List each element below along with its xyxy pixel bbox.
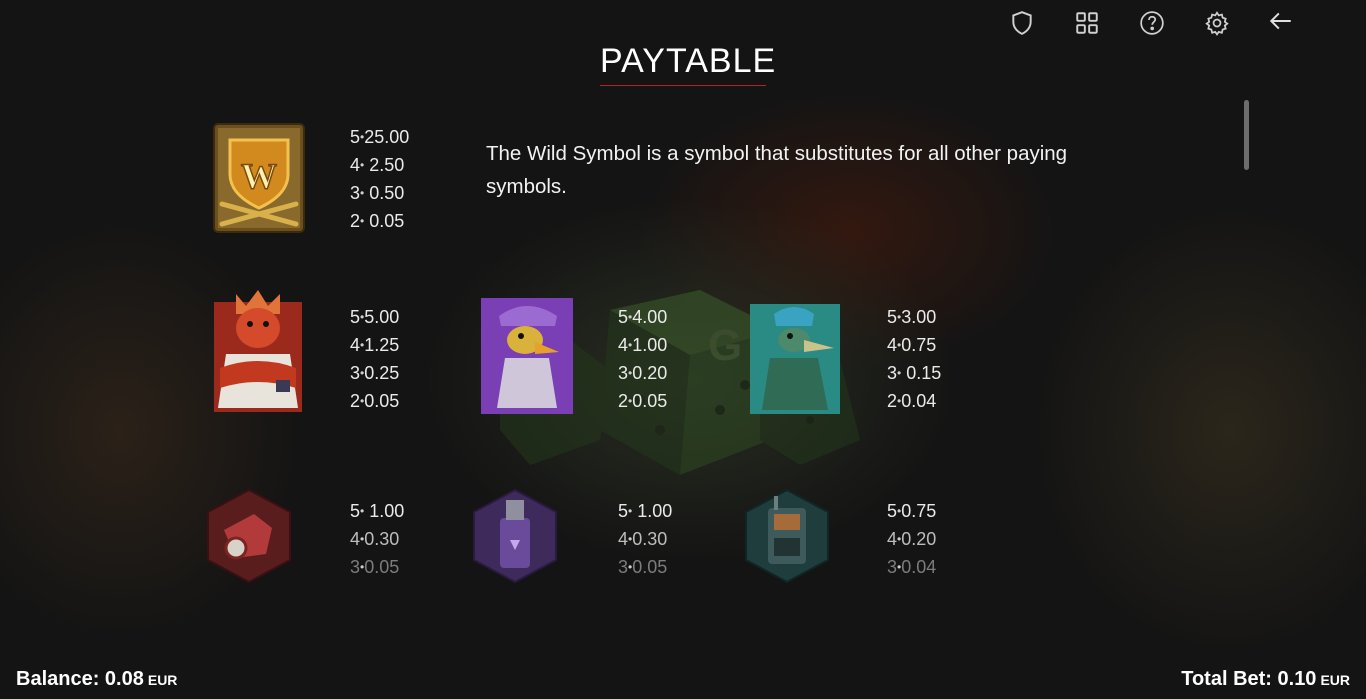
total-bet-currency: EUR — [1320, 672, 1350, 688]
red-megaphone-paytable: 5• 1.00 4•0.30 3•0.05 — [350, 497, 404, 581]
pay-row: 5•0.75 — [887, 501, 937, 521]
shield-icon[interactable] — [1007, 8, 1037, 38]
pay-row: 4•0.75 — [887, 335, 937, 355]
help-icon[interactable] — [1137, 8, 1167, 38]
teal-ptero-paytable: 5•3.00 4•0.75 3• 0.15 2•0.04 — [887, 303, 941, 415]
pay-row: 5• 1.00 — [350, 501, 405, 521]
pay-row: 3•0.20 — [618, 363, 668, 383]
back-arrow-icon[interactable] — [1266, 6, 1296, 36]
pay-row: 5•4.00 — [618, 307, 668, 327]
pay-row: 4•0.30 — [350, 529, 400, 549]
pay-row: 5•25.00 — [350, 127, 410, 147]
balance-currency: EUR — [147, 672, 178, 688]
purple-spray-symbol-icon — [472, 488, 558, 584]
pay-row: 5•3.00 — [887, 307, 937, 327]
wild-description: The Wild Symbol is a symbol that substit… — [486, 142, 1068, 198]
pay-row: 2•0.04 — [887, 391, 937, 411]
total-bet-value: Total Bet: 0.10 — [1181, 668, 1317, 690]
page-title: PAYTABLE — [600, 42, 775, 86]
pay-row: 2•0.05 — [618, 391, 668, 411]
scrollbar[interactable] — [1244, 100, 1249, 170]
pay-row: 2•0.05 — [350, 391, 400, 411]
pay-row: 5•5.00 — [350, 307, 400, 327]
grid-icon[interactable] — [1072, 8, 1102, 38]
svg-text:W: W — [241, 156, 277, 196]
teal-radio-paytable: 5•0.75 4•0.20 3•0.04 — [887, 497, 936, 581]
pay-row: 4•0.30 — [618, 529, 668, 549]
teal-radio-symbol-icon — [744, 488, 830, 584]
purple-bird-symbol-icon — [479, 296, 575, 416]
pay-row: 3•0.05 — [618, 557, 668, 577]
pay-row: 3• 0.15 — [887, 363, 942, 383]
total-bet-display: Total Bet: 0.10 EUR — [1181, 668, 1350, 691]
teal-ptero-symbol-icon — [748, 300, 842, 418]
pay-row: 4•0.20 — [887, 529, 937, 549]
pay-row: 3• 0.50 — [350, 183, 405, 203]
pay-row: 3•0.25 — [350, 363, 400, 383]
pay-row: 4•1.00 — [618, 335, 668, 355]
pay-row: 4• 2.50 — [350, 155, 405, 175]
svg-text:G: G — [708, 321, 742, 370]
pay-row: 5• 1.00 — [618, 501, 673, 521]
red-megaphone-symbol-icon — [206, 488, 292, 584]
wild-symbol-icon: W — [212, 122, 306, 234]
pay-row: 4•1.25 — [350, 335, 400, 355]
red-dino-paytable: 5•5.00 4•1.25 3•0.25 2•0.05 — [350, 303, 399, 415]
pay-row: 3•0.04 — [887, 557, 937, 577]
pay-row: 2• 0.05 — [350, 211, 405, 231]
gear-icon[interactable] — [1202, 8, 1232, 38]
purple-bird-paytable: 5•4.00 4•1.00 3•0.20 2•0.05 — [618, 303, 667, 415]
pay-row: 3•0.05 — [350, 557, 400, 577]
red-dino-symbol-icon — [206, 284, 310, 416]
purple-spray-paytable: 5• 1.00 4•0.30 3•0.05 — [618, 497, 672, 581]
balance-display: Balance: 0.08 EUR — [16, 668, 177, 691]
balance-value: Balance: 0.08 — [16, 668, 144, 690]
wild-paytable: 5•25.00 4• 2.50 3• 0.50 2• 0.05 — [350, 123, 409, 235]
